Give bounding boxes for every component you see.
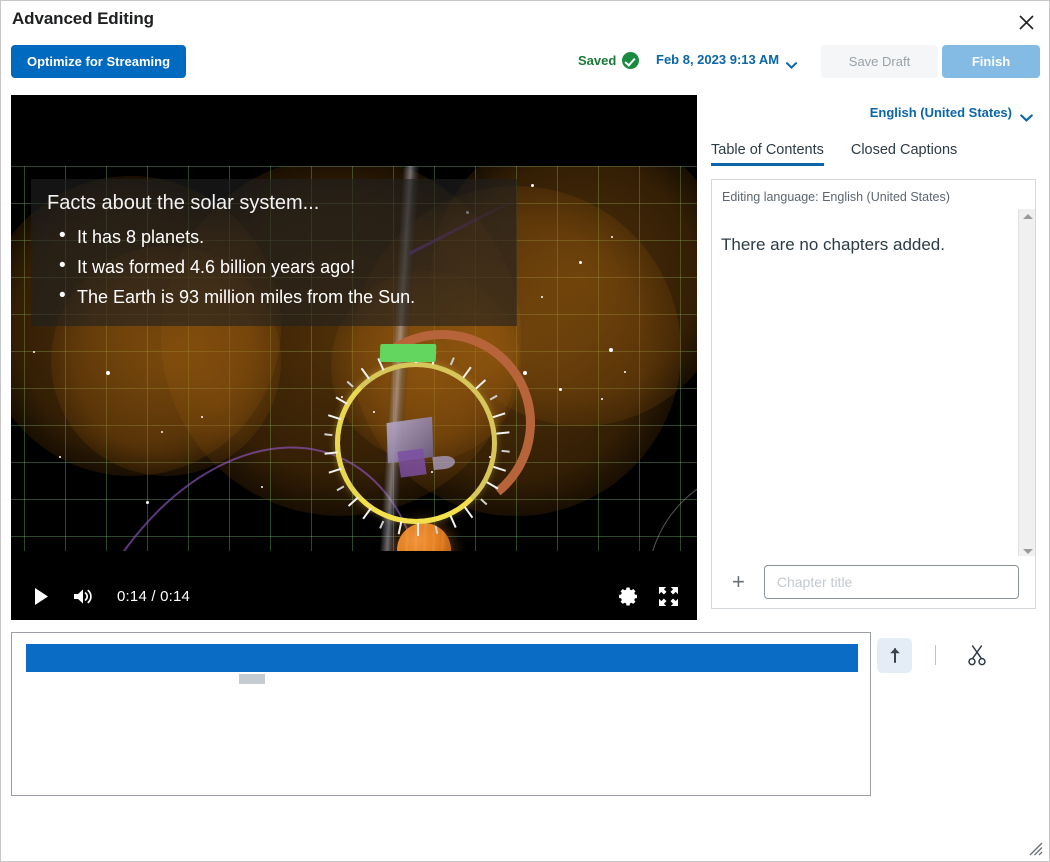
chevron-down-icon [1020, 109, 1033, 122]
orbital-dial [323, 320, 545, 536]
play-icon[interactable] [25, 580, 57, 612]
editing-language-note: Editing language: English (United States… [722, 190, 950, 204]
table-of-contents-panel: Editing language: English (United States… [711, 179, 1036, 609]
star [624, 371, 626, 373]
dial-green-marker [379, 344, 437, 362]
finish-button[interactable]: Finish [942, 45, 1040, 78]
time-display: 0:14 / 0:14 [117, 587, 191, 605]
optimize-for-streaming-button[interactable]: Optimize for Streaming [11, 45, 187, 78]
dialog-titlebar: Advanced Editing [1, 1, 1049, 41]
caption-bullet-list: It has 8 planets. It was formed 4.6 bill… [47, 221, 501, 312]
video-caption-overlay: Facts about the solar system... It has 8… [31, 179, 517, 326]
star [33, 351, 35, 353]
tab-table-of-contents[interactable]: Table of Contents [711, 142, 824, 166]
player-controls: 0:14 / 0:14 [11, 572, 697, 620]
star [531, 184, 534, 187]
timeline-toolbar [877, 632, 1017, 678]
volume-icon[interactable] [67, 580, 99, 612]
fullscreen-icon[interactable] [655, 583, 681, 609]
check-circle-icon [622, 52, 640, 69]
video-player[interactable]: Facts about the solar system... It has 8… [11, 95, 697, 620]
page-title: Advanced Editing [12, 9, 154, 28]
gear-icon[interactable] [615, 583, 641, 609]
saved-status: Saved [578, 52, 640, 69]
advanced-editing-dialog: Advanced Editing Optimize for Streaming … [0, 0, 1050, 862]
tab-closed-captions[interactable]: Closed Captions [851, 142, 957, 166]
save-draft-button[interactable]: Save Draft [821, 45, 938, 78]
star [611, 236, 613, 238]
caption-bullet: It was formed 4.6 billion years ago! [47, 251, 501, 282]
star [201, 416, 203, 418]
star [523, 371, 527, 375]
chevron-down-icon [786, 56, 798, 69]
plus-icon[interactable]: + [732, 571, 745, 593]
caption-title: Facts about the solar system... [47, 192, 320, 214]
toc-scrollbar[interactable] [1018, 209, 1035, 558]
spacecraft-panel [397, 448, 427, 478]
scroll-up-arrow-icon[interactable] [1019, 209, 1036, 223]
resize-grip-icon[interactable] [1027, 840, 1043, 856]
version-date-dropdown[interactable]: Feb 8, 2023 9:13 AM [656, 52, 798, 69]
star [579, 261, 582, 264]
timeline-playhead-handle[interactable] [239, 674, 265, 684]
chapter-title-input[interactable] [763, 565, 1019, 599]
star [161, 431, 163, 433]
caption-bullet: The Earth is 93 million miles from the S… [47, 281, 501, 312]
star [59, 456, 61, 458]
video-stage: Facts about the solar system... It has 8… [11, 95, 697, 572]
star [601, 398, 603, 400]
close-icon[interactable] [1013, 9, 1039, 35]
star [146, 501, 149, 504]
language-label: English (United States) [869, 105, 1012, 120]
no-chapters-message: There are no chapters added. [721, 235, 945, 254]
version-date-label: Feb 8, 2023 9:13 AM [656, 52, 780, 67]
player-controls-right [615, 583, 681, 609]
star [261, 486, 263, 488]
star [559, 388, 562, 391]
timeline-editor[interactable] [11, 632, 871, 796]
language-selector[interactable]: English (United States) [869, 105, 1033, 122]
add-chapter-row: + [712, 556, 1035, 608]
toolbar-divider [935, 645, 936, 665]
star [541, 296, 543, 298]
upload-arrow-icon[interactable] [877, 637, 912, 673]
saved-label: Saved [578, 53, 617, 68]
right-panel-tabs: Table of Contents Closed Captions [711, 142, 1041, 170]
caption-bullet: It has 8 planets. [47, 221, 501, 252]
action-bar: Optimize for Streaming Saved Feb 8, 2023… [1, 41, 1049, 86]
timeline-clip-bar[interactable] [26, 644, 858, 672]
scissors-icon[interactable] [959, 638, 994, 673]
star [609, 348, 613, 352]
star [106, 371, 110, 375]
